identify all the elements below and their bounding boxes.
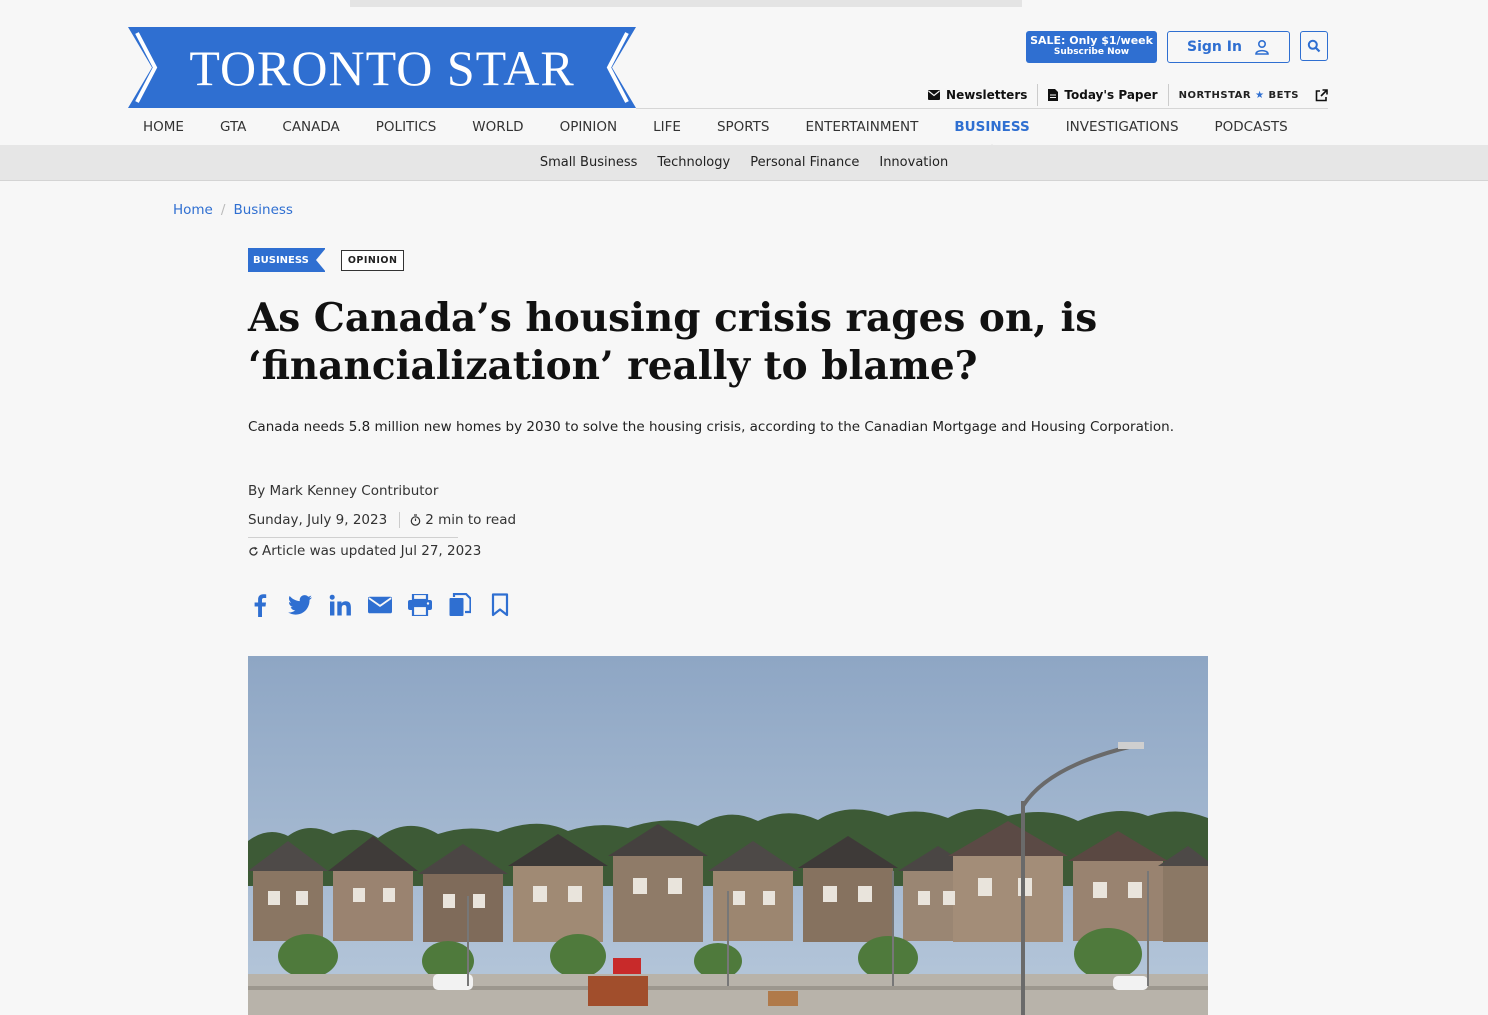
article-headline: As Canada’s housing crisis rages on, is … — [248, 295, 1098, 389]
document-icon — [1048, 89, 1059, 101]
breadcrumb: Home / Business — [173, 202, 293, 218]
external-link-icon — [1315, 88, 1328, 101]
publish-date: Sunday, July 9, 2023 — [248, 512, 401, 528]
nav-item-canada[interactable]: CANADA — [264, 119, 357, 135]
article-tags: BUSINESS OPINION — [248, 248, 405, 272]
main-nav-list: HOME GTA CANADA POLITICS WORLD OPINION L… — [125, 108, 1306, 150]
article-summary: Canada needs 5.8 million new homes by 20… — [248, 419, 1174, 435]
nav-item-business[interactable]: BUSINESS — [936, 119, 1047, 150]
article-byline[interactable]: By Mark Kenney Contributor — [248, 483, 438, 499]
section-tag[interactable]: BUSINESS — [248, 248, 326, 272]
masthead: TORONTO STAR SALE: Only $1/week Subscrib… — [0, 0, 1488, 150]
todays-paper-label: Today's Paper — [1064, 88, 1158, 102]
business-sub-navigation: Small Business Technology Personal Finan… — [0, 145, 1488, 181]
sale-label: SALE: Only $1/week — [1030, 34, 1153, 47]
newsletters-link[interactable]: Newsletters — [918, 84, 1039, 106]
twitter-icon[interactable] — [288, 592, 312, 618]
toronto-star-logo[interactable]: TORONTO STAR — [128, 27, 636, 108]
nav-item-gta[interactable]: GTA — [202, 119, 264, 135]
nav-item-life[interactable]: LIFE — [635, 119, 699, 135]
read-time: 2 min to read — [400, 512, 516, 528]
email-icon[interactable] — [368, 592, 392, 618]
breadcrumb-separator: / — [220, 202, 226, 218]
search-icon — [1307, 39, 1321, 53]
subnav-item-personal-finance[interactable]: Personal Finance — [740, 155, 869, 170]
sign-in-button[interactable]: Sign In — [1167, 31, 1290, 63]
subnav-item-small-business[interactable]: Small Business — [530, 155, 648, 170]
read-time-label: 2 min to read — [425, 512, 517, 528]
article-updated: Article was updated Jul 27, 2023 — [248, 543, 481, 559]
nav-item-home[interactable]: HOME — [125, 119, 202, 135]
nav-item-entertainment[interactable]: ENTERTAINMENT — [788, 119, 937, 135]
subscribe-label: Subscribe Now — [1053, 47, 1130, 57]
opinion-tag: OPINION — [340, 249, 405, 271]
article-hero-photo[interactable] — [248, 656, 1208, 1015]
nav-item-podcasts[interactable]: PODCASTS — [1197, 119, 1306, 135]
article-dateline: Sunday, July 9, 2023 2 min to read — [248, 512, 516, 528]
updated-label: Article was updated Jul 27, 2023 — [262, 543, 482, 559]
bookmark-icon[interactable] — [488, 592, 512, 618]
nav-item-world[interactable]: WORLD — [454, 119, 541, 135]
main-navigation: HOME GTA CANADA POLITICS WORLD OPINION L… — [0, 108, 1488, 150]
linkedin-icon[interactable] — [328, 592, 352, 618]
subnav-item-technology[interactable]: Technology — [647, 155, 740, 170]
subscribe-sale-button[interactable]: SALE: Only $1/week Subscribe Now — [1026, 31, 1157, 63]
sign-in-label: Sign In — [1187, 39, 1242, 55]
facebook-icon[interactable] — [248, 592, 272, 618]
user-icon — [1255, 39, 1269, 55]
print-icon[interactable] — [408, 592, 432, 618]
housing-development-photo — [248, 656, 1208, 1015]
nav-item-sports[interactable]: SPORTS — [699, 119, 788, 135]
search-button[interactable] — [1300, 31, 1328, 61]
logo-wordmark: TORONTO STAR — [189, 39, 575, 96]
newsletters-label: Newsletters — [946, 88, 1028, 102]
todays-paper-link[interactable]: Today's Paper — [1038, 84, 1169, 106]
subnav-item-innovation[interactable]: Innovation — [869, 155, 958, 170]
nav-item-investigations[interactable]: INVESTIGATIONS — [1048, 119, 1197, 135]
nav-item-politics[interactable]: POLITICS — [358, 119, 455, 135]
breadcrumb-business[interactable]: Business — [233, 202, 293, 218]
refresh-icon — [249, 546, 258, 556]
nav-item-opinion[interactable]: OPINION — [542, 119, 636, 135]
dateline-divider — [248, 537, 458, 538]
stopwatch-icon — [410, 514, 421, 526]
share-toolbar — [248, 592, 512, 618]
northstar-bets-logo: NORTHSTAR ★ BETS — [1178, 89, 1299, 101]
envelope-icon — [928, 90, 941, 100]
star-icon: ★ — [1255, 89, 1265, 101]
northstar-bets-link[interactable]: NORTHSTAR ★ BETS — [1169, 84, 1328, 106]
copy-icon[interactable] — [448, 592, 472, 618]
utility-links: Newsletters Today's Paper NORTHSTAR ★ BE… — [918, 84, 1328, 106]
breadcrumb-home[interactable]: Home — [173, 202, 213, 218]
